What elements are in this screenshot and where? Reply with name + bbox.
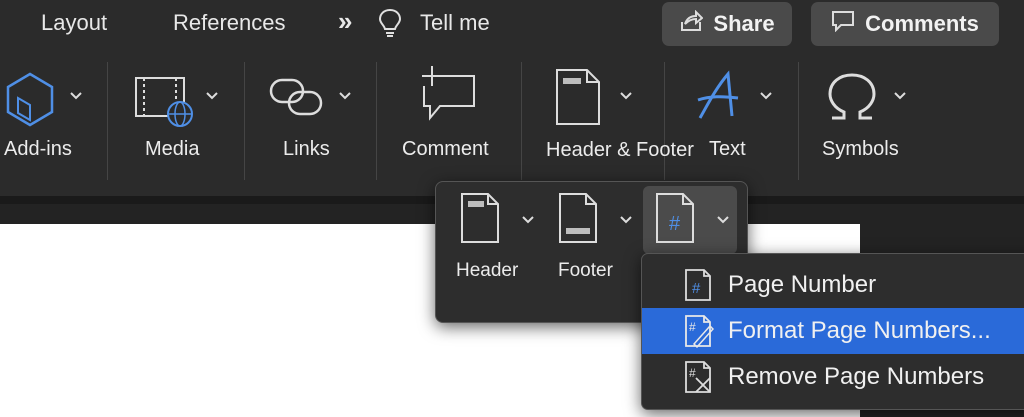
links-label: Links <box>283 138 330 160</box>
addins-button[interactable]: Add-ins <box>0 58 105 186</box>
links-button[interactable]: Links <box>255 58 370 186</box>
format-page-numbers-icon: # <box>684 314 715 353</box>
symbols-label: Symbols <box>822 138 899 160</box>
menu-item-label: Remove Page Numbers <box>728 363 985 390</box>
svg-text:#: # <box>692 280 701 297</box>
svg-text:#: # <box>669 213 681 235</box>
tell-me-search[interactable]: Tell me <box>420 10 490 36</box>
omega-symbol-icon <box>826 72 878 127</box>
tab-references[interactable]: References <box>173 10 286 36</box>
separator <box>798 62 799 180</box>
footer-button[interactable]: Footer <box>546 182 641 322</box>
separator <box>664 62 665 180</box>
text-button[interactable]: Text <box>680 58 785 186</box>
page-number-icon: # <box>655 192 695 249</box>
media-film-icon <box>134 72 194 135</box>
header-button[interactable]: Header <box>446 182 541 322</box>
menu-item-label: Format Page Numbers... <box>728 317 991 344</box>
text-a-icon <box>694 70 746 127</box>
chevron-down-icon <box>620 92 632 100</box>
share-icon <box>679 9 704 38</box>
chevron-down-icon <box>760 92 772 100</box>
menu-item-remove-page-numbers[interactable]: # Remove Page Numbers <box>642 354 1024 400</box>
tab-layout[interactable]: Layout <box>41 10 107 36</box>
more-tabs-button[interactable]: » <box>338 6 352 37</box>
separator <box>107 62 108 180</box>
tab-bar: Layout References » Tell me Share Commen… <box>0 0 1024 50</box>
header-label: Header <box>456 260 519 281</box>
share-label: Share <box>713 11 775 36</box>
comments-label: Comments <box>865 11 979 36</box>
media-button[interactable]: Media <box>120 58 230 186</box>
hexagon-addins-icon <box>0 70 60 135</box>
chevron-down-icon <box>522 216 534 224</box>
text-label: Text <box>709 138 746 160</box>
chevron-down-icon <box>894 92 906 100</box>
header-footer-label: Header & Footer <box>546 139 694 161</box>
separator <box>521 62 522 180</box>
header-footer-icon <box>555 68 601 131</box>
addins-label: Add-ins <box>4 138 72 160</box>
comments-button[interactable]: Comments <box>811 2 999 46</box>
menu-item-page-number[interactable]: # Page Number <box>642 262 1024 308</box>
separator <box>244 62 245 180</box>
chevron-down-icon <box>339 92 351 100</box>
menu-item-format-page-numbers[interactable]: # Format Page Numbers... <box>642 308 1024 354</box>
footer-icon <box>558 192 598 249</box>
page-number-menu: # Page Number # Format Page Numbers... #… <box>641 253 1024 410</box>
chevron-down-icon <box>206 92 218 100</box>
footer-label: Footer <box>558 260 613 281</box>
menu-item-label: Page Number <box>728 271 877 298</box>
share-button[interactable]: Share <box>662 2 792 46</box>
comment-label: Comment <box>402 138 489 160</box>
header-footer-button[interactable]: Header & Footer <box>535 58 694 186</box>
links-chain-icon <box>267 74 327 125</box>
page-number-icon: # <box>684 268 712 307</box>
new-comment-button[interactable]: Comment <box>390 58 510 186</box>
symbols-button[interactable]: Symbols <box>812 58 922 186</box>
comment-bubble-icon <box>831 10 855 38</box>
new-comment-icon <box>416 64 478 131</box>
header-icon <box>460 192 500 249</box>
remove-page-numbers-icon: # <box>684 360 714 399</box>
svg-text:#: # <box>689 366 696 380</box>
separator <box>376 62 377 180</box>
svg-text:#: # <box>689 320 696 334</box>
chevron-down-icon <box>70 92 82 100</box>
media-label: Media <box>145 138 200 160</box>
lightbulb-icon <box>378 8 402 43</box>
chevron-down-icon <box>620 216 632 224</box>
chevron-down-icon <box>717 216 729 224</box>
